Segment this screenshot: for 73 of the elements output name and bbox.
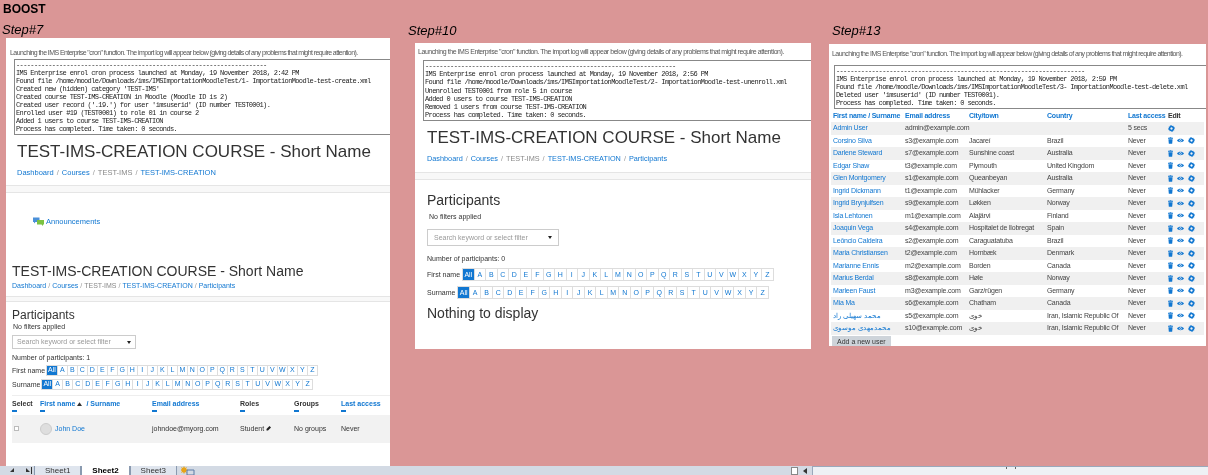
trash-icon[interactable] (1168, 212, 1173, 220)
chat-bubbles-icon (33, 217, 44, 227)
eye-icon[interactable] (1177, 313, 1184, 319)
settings-icon[interactable] (1188, 312, 1195, 320)
course-heading: TEST-IMS-CREATION COURSE - Short Name (12, 262, 305, 280)
settings-icon[interactable] (1188, 299, 1195, 307)
settings-icon[interactable] (1168, 124, 1175, 132)
dropdown-caret-icon[interactable] (127, 340, 131, 344)
sheet-navigation-icon[interactable] (8, 466, 34, 475)
trash-icon[interactable] (1168, 162, 1173, 170)
course-heading: TEST-IMS-CREATION COURSE - Short Name (427, 127, 782, 150)
eye-icon[interactable] (1177, 288, 1184, 294)
sheet-tab[interactable]: Sheet2 (81, 466, 130, 475)
sheet-title: BOOST (3, 2, 46, 17)
settings-icon[interactable] (1188, 199, 1195, 207)
sheet-tab[interactable]: Sheet3 (129, 466, 177, 475)
settings-icon[interactable] (1188, 162, 1195, 170)
section-title: Participants (427, 192, 502, 210)
eye-icon[interactable] (1177, 263, 1184, 269)
sheet-tab[interactable]: Sheet1 (34, 466, 82, 475)
trash-icon[interactable] (1168, 199, 1173, 207)
trash-icon[interactable] (1168, 187, 1173, 195)
trash-icon[interactable] (1168, 312, 1173, 320)
settings-icon[interactable] (1188, 224, 1195, 232)
trash-icon[interactable] (1168, 137, 1173, 145)
settings-icon[interactable] (1188, 212, 1195, 220)
eye-icon[interactable] (1177, 238, 1184, 244)
trash-icon[interactable] (1168, 249, 1173, 257)
settings-icon[interactable] (1188, 249, 1195, 257)
course-heading: TEST-IMS-CREATION COURSE - Short Name (17, 141, 372, 163)
scrollbar-grip-icon[interactable] (1005, 467, 1016, 469)
pencil-icon[interactable] (266, 426, 272, 431)
eye-icon[interactable] (1177, 200, 1184, 206)
horizontal-scrollbar[interactable] (812, 466, 1208, 475)
eye-icon[interactable] (1177, 225, 1184, 231)
empty-message: Nothing to display (427, 305, 540, 323)
new-sheet-icon[interactable] (180, 466, 195, 475)
trash-icon[interactable] (1168, 262, 1173, 270)
trash-icon[interactable] (1168, 174, 1173, 182)
split-handle-icon[interactable] (791, 466, 798, 475)
eye-icon[interactable] (1177, 325, 1184, 331)
avatar-icon (40, 422, 52, 435)
eye-icon[interactable] (1177, 150, 1184, 156)
eye-icon[interactable] (1177, 213, 1184, 219)
trash-icon[interactable] (1168, 274, 1173, 282)
eye-icon[interactable] (1177, 163, 1184, 169)
eye-icon[interactable] (1177, 188, 1184, 194)
step-label: Step#13 (832, 23, 881, 39)
eye-icon[interactable] (1177, 250, 1184, 256)
settings-icon[interactable] (1188, 237, 1195, 245)
eye-icon[interactable] (1177, 175, 1184, 181)
settings-icon[interactable] (1188, 324, 1195, 332)
trash-icon[interactable] (1168, 237, 1173, 245)
trash-icon[interactable] (1168, 149, 1173, 157)
settings-icon[interactable] (1188, 187, 1195, 195)
settings-icon[interactable] (1188, 287, 1195, 295)
trash-icon[interactable] (1168, 324, 1173, 332)
eye-icon[interactable] (1177, 138, 1184, 144)
trash-icon[interactable] (1168, 287, 1173, 295)
settings-icon[interactable] (1188, 149, 1195, 157)
trash-icon[interactable] (1168, 224, 1173, 232)
step-label: Step#7 (2, 22, 44, 38)
eye-icon[interactable] (1177, 275, 1184, 281)
step-label: Step#10 (408, 23, 457, 39)
settings-icon[interactable] (1188, 174, 1195, 182)
settings-icon[interactable] (1188, 274, 1195, 282)
settings-icon[interactable] (1188, 262, 1195, 270)
dropdown-caret-icon[interactable] (548, 236, 552, 240)
eye-icon[interactable] (1177, 300, 1184, 306)
settings-icon[interactable] (1188, 137, 1195, 145)
trash-icon[interactable] (1168, 299, 1173, 307)
checkbox[interactable] (14, 426, 19, 431)
section-title: Participants (12, 308, 76, 322)
